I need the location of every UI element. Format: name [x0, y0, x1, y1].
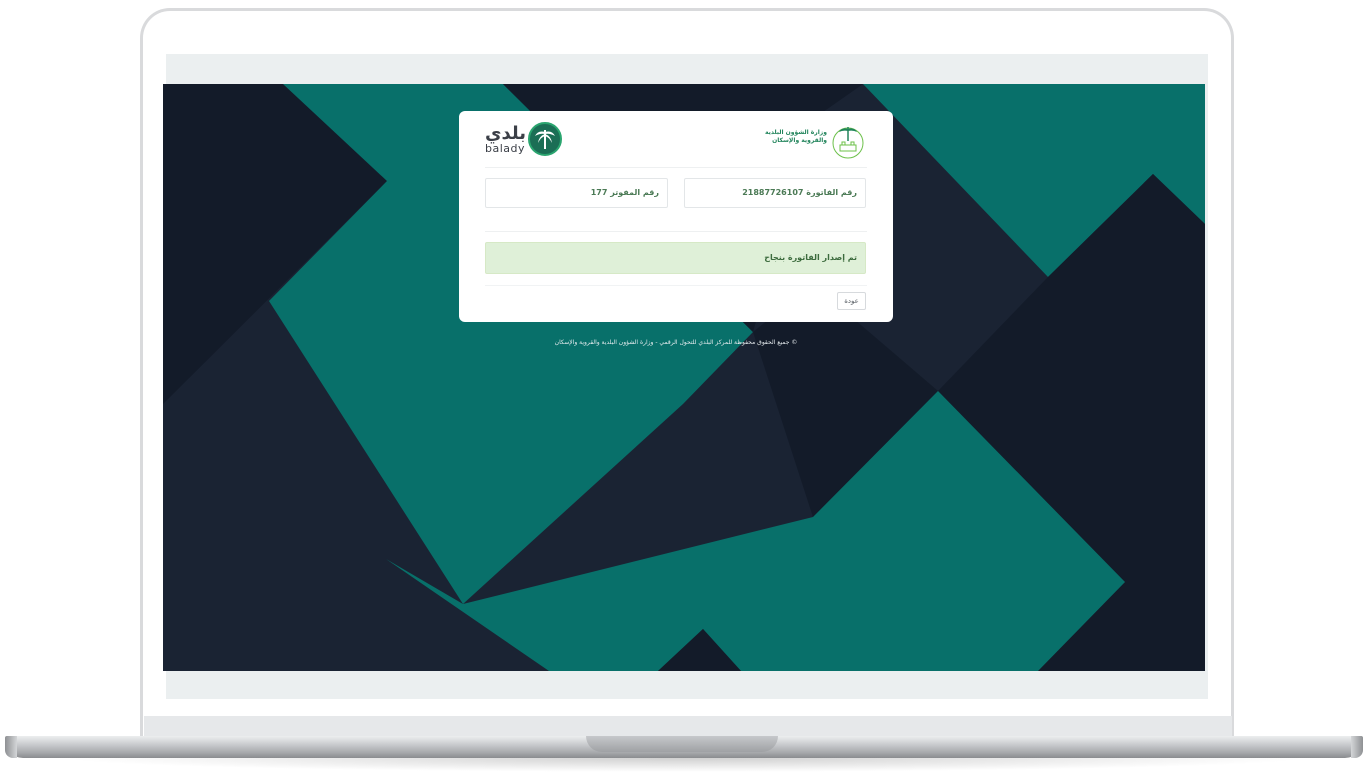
ministry-logo: وزارة الشؤون البلدية والقروية والإسكان [765, 119, 867, 165]
laptop-base-edge [5, 736, 17, 758]
divider [485, 285, 867, 286]
balady-english-wordmark: balady [485, 142, 526, 155]
success-message: تم إصدار الفاتورة بنجاح [764, 253, 857, 262]
collector-number-text: رقم المفوتر 177 [590, 188, 659, 197]
laptop-base-edge [1351, 736, 1363, 758]
collector-number-field: رقم المفوتر 177 [485, 178, 668, 208]
laptop-notch [586, 736, 778, 752]
palm-emblem-icon [528, 122, 562, 156]
balady-logo: بلدي balady [485, 119, 575, 165]
back-button[interactable]: عودة [837, 292, 866, 310]
laptop-lid-bottom [144, 716, 1232, 736]
invoice-card: بلدي balady وزارة الشؤون البلدية والقروي… [459, 111, 893, 322]
success-alert: تم إصدار الفاتورة بنجاح [485, 242, 866, 274]
ministry-name-line2: والقروية والإسكان [772, 137, 827, 144]
invoice-number-field: رقم الفاتورة 21887726107 [684, 178, 866, 208]
balady-arabic-wordmark: بلدي [485, 123, 527, 144]
footer-copyright: © جميع الحقوق محفوظة للمركز البلدي للتحو… [554, 339, 798, 346]
invoice-number-text: رقم الفاتورة 21887726107 [742, 188, 857, 197]
card-header: بلدي balady وزارة الشؤون البلدية والقروي… [485, 119, 867, 168]
ministry-name-line1: وزارة الشؤون البلدية [764, 129, 827, 136]
ministry-emblem-icon [832, 127, 864, 159]
divider [485, 231, 867, 232]
ministry-name: وزارة الشؤون البلدية والقروية والإسكان [757, 129, 827, 145]
laptop-shadow [60, 758, 1310, 772]
browser-viewport: بلدي balady وزارة الشؤون البلدية والقروي… [163, 84, 1205, 671]
